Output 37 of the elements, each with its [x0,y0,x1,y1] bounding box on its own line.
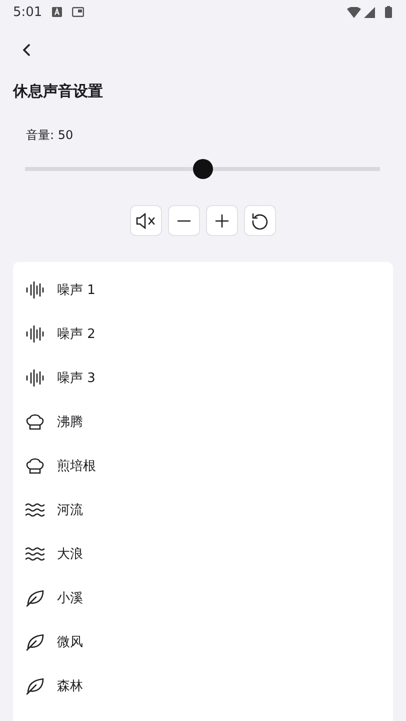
reset-icon [251,212,269,230]
waveform-icon [25,281,45,299]
sound-name[interactable]: 噪声 2 [57,325,96,343]
page-title: 休息声音设置 [13,82,104,101]
signal-icon [364,6,375,18]
sound-name[interactable]: 大浪 [57,545,83,563]
plus-icon [214,212,230,228]
sound-name[interactable]: 微风 [57,633,83,651]
wifi-icon [347,6,361,18]
back-icon [22,44,30,56]
waveform-icon [25,325,45,343]
sound-name[interactable]: 煎培根 [57,457,96,475]
leaf-icon [25,589,45,607]
sound-name[interactable]: 噪声 1 [57,281,96,299]
chef-hat-icon [25,457,45,475]
waves-icon [25,502,45,518]
sound-name[interactable]: 沸腾 [57,413,83,431]
volume-label: 音量: 50 [26,127,74,144]
waves-icon [25,546,45,562]
notification-icon [52,7,62,17]
slider-thumb[interactable] [192,159,212,179]
minus-icon [177,220,191,222]
waveform-icon [25,369,45,387]
sound-name[interactable]: 小溪 [57,589,83,607]
leaf-icon [25,677,45,695]
notification-icon [72,7,84,17]
chef-hat-icon [25,413,45,431]
mute-icon [135,212,157,228]
mute-button[interactable] [130,205,162,236]
sound-name[interactable]: 噪声 3 [57,369,96,387]
sound-name[interactable]: 森林 [57,677,83,695]
sound-name[interactable]: 河流 [57,501,83,519]
status-time: 5:01 [13,4,42,20]
leaf-icon [25,633,45,651]
battery-icon [385,6,392,18]
reset-button[interactable] [244,205,276,236]
volume-up-button[interactable] [206,205,238,236]
